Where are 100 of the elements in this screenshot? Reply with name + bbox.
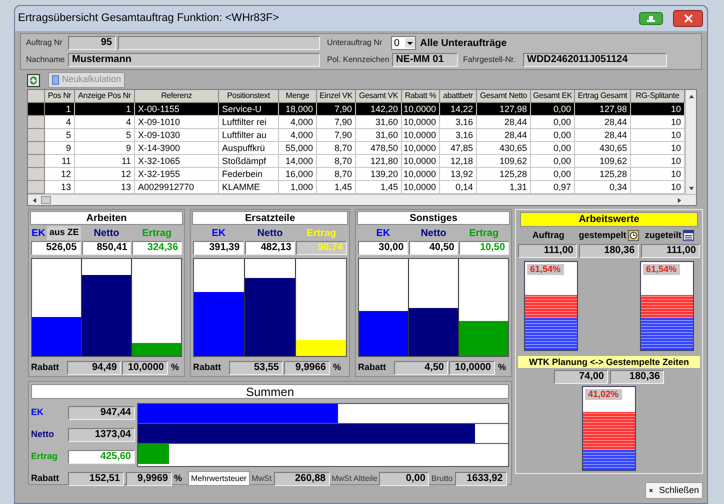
column-header[interactable]: Anzeige Pos Nr [75, 90, 135, 103]
panel-title: Arbeiten [30, 211, 183, 225]
field-label: MwSt Altteile [332, 472, 378, 484]
value-field[interactable]: 526,05 [31, 241, 81, 255]
scroll-thumb[interactable] [41, 196, 51, 204]
close-icon [649, 486, 653, 495]
value-field[interactable]: 111,00 [518, 244, 578, 258]
caret-icon [405, 38, 415, 48]
panel-title: Arbeitswerte [520, 212, 698, 227]
value-field[interactable]: 850,41 [82, 241, 132, 255]
unit-label: % [174, 472, 182, 485]
value-field[interactable]: 74,00 [554, 370, 608, 384]
column-header[interactable]: Pos Nr [45, 90, 75, 103]
table-row[interactable]: 5 5 X-09-1030 Luftfilter au 4,000 7,90 31,60 10,0000 3,16 28,44 0,00 28,44 10 [28, 129, 685, 142]
vertical-scrollbar[interactable] [685, 90, 696, 194]
input-field[interactable]: 1633,92 [454, 472, 507, 486]
column-header[interactable]: Gesamt Netto [477, 90, 531, 103]
column-label: Netto [420, 226, 446, 240]
input-field[interactable] [118, 36, 320, 50]
input-field[interactable]: 4,50 [394, 361, 448, 375]
field-label: Pol. Kennzeichen [327, 54, 390, 66]
input-field[interactable]: NE-MM 01 [392, 53, 458, 67]
column-header[interactable]: Menge [279, 90, 317, 103]
input-field[interactable]: 10,0000 [122, 361, 168, 375]
column-header[interactable]: Gesamt VK [356, 90, 402, 103]
value-field[interactable]: 40,50 [408, 241, 458, 255]
horizontal-scrollbar[interactable] [28, 194, 696, 205]
right-arrow-icon [677, 196, 682, 204]
input-field[interactable]: Mustermann [68, 53, 320, 67]
field-label: MwSt [252, 472, 272, 484]
column-header[interactable]: Ertrag Gesamt [575, 90, 631, 103]
column-label: EK [376, 226, 390, 240]
value-field[interactable]: 30,00 [358, 241, 408, 255]
panel-title: Sonstiges [357, 211, 510, 225]
value-field[interactable]: 1373,04 [68, 428, 135, 442]
column-label: Auftrag [532, 229, 564, 242]
close-button[interactable] [673, 10, 703, 27]
dropdown[interactable]: 0 [391, 36, 416, 50]
input-field[interactable]: 94,49 [67, 361, 121, 375]
down-arrow-icon [688, 186, 694, 191]
vat-button[interactable]: Mehrwertsteuer [188, 471, 250, 486]
field-label: Rabatt [358, 361, 388, 374]
percent-label: 61,54% [643, 264, 680, 275]
table-row[interactable]: 12 12 X-32-1955 Federbein 16,000 8,70 139,20 10,0000 13,92 125,28 0,00 125,28 10 [28, 168, 685, 181]
field-label: Rabatt [31, 472, 60, 485]
section-title: Summen [31, 384, 509, 399]
input-field[interactable]: WDD2462011J051124 [523, 53, 667, 67]
column-label: EK [212, 226, 226, 240]
column-header[interactable]: abattbetr [440, 90, 477, 103]
table-row[interactable]: 4 4 X-09-1010 Luftfilter rei 4,000 7,90 31,60 10,0000 3,16 28,44 0,00 28,44 10 [28, 116, 685, 129]
percent-label: 41,02% [585, 388, 622, 400]
input-field[interactable]: 9,9969 [126, 472, 172, 486]
column-note: aus ZE [47, 226, 81, 240]
table-row[interactable]: 13 13 A0029912770 KLAMME 1,000 1,45 1,45 10,0000 0,14 1,31 0,97 0,34 10 [28, 181, 685, 194]
status-text: Alle Unteraufträge [420, 36, 507, 50]
tray-icon [646, 14, 656, 22]
close-dialog-button[interactable]: Schließen [645, 482, 703, 499]
row-label: Netto [31, 428, 55, 442]
refresh-button[interactable] [27, 74, 40, 86]
value-field[interactable]: 111,00 [640, 244, 700, 258]
field-label: Rabatt [193, 361, 222, 374]
left-arrow-icon [32, 196, 37, 204]
field-label: Fahrgestell-Nr. [463, 54, 516, 66]
input-field[interactable]: 260,88 [274, 472, 330, 486]
table-row[interactable]: 11 11 X-32-1065 Stoßdämpf 14,000 8,70 121,80 10,0000 12,18 109,62 0,00 109,62 10 [28, 155, 685, 168]
table-icon [683, 230, 694, 242]
column-header[interactable]: Positionstext [219, 90, 279, 103]
input-field[interactable]: 53,55 [229, 361, 283, 375]
input-field[interactable]: 152,51 [68, 472, 124, 486]
unit-label: % [498, 361, 506, 374]
input-field[interactable]: 9,9966 [284, 361, 330, 375]
input-field[interactable]: 10,0000 [449, 361, 495, 375]
column-label: Netto [94, 226, 120, 240]
column-label: zugeteilt [644, 229, 682, 242]
value-field[interactable]: 180,36 [579, 244, 639, 258]
row-header[interactable] [28, 103, 45, 116]
table-row[interactable]: 1 1 X-00-1155 Service-U 18,000 7,90 142,20 10,0000 14,22 127,98 0,00 127,98 10 [28, 103, 685, 116]
unit-label: % [171, 361, 180, 374]
column-header[interactable]: Einzel VK [317, 90, 356, 103]
value-field[interactable]: 947,44 [68, 406, 135, 420]
field-label: Auftrag Nr [26, 37, 64, 49]
column-header[interactable]: Rabatt % [402, 90, 440, 103]
value-field[interactable]: 180,36 [610, 370, 664, 384]
input-field[interactable]: 95 [68, 36, 116, 50]
up-arrow-icon [688, 94, 694, 99]
value-field[interactable]: 391,39 [193, 241, 244, 255]
clock-icon [628, 230, 640, 242]
field-label: Unterauftrag Nr [327, 37, 384, 49]
row-label: Ertrag [31, 450, 59, 464]
input-field[interactable]: 0,00 [379, 472, 430, 486]
table-row[interactable]: 9 9 X-14-3900 Auspuffkrü 55,000 8,70 478,50 10,0000 47,85 430,65 0,00 430,65 10 [28, 142, 685, 155]
section-title: WTK Planung <-> Gestempelte Zeiten [518, 356, 700, 368]
field-label: Nachname [26, 54, 66, 66]
column-header[interactable]: Referenz [135, 90, 219, 103]
column-header[interactable]: RG-Splitante [631, 90, 685, 103]
close-icon [684, 14, 692, 23]
column-header[interactable]: Gesamt EK [531, 90, 575, 103]
minimize-button[interactable] [639, 12, 663, 25]
value-field[interactable]: 482,13 [244, 241, 296, 255]
column-label: Ertrag [469, 226, 499, 240]
